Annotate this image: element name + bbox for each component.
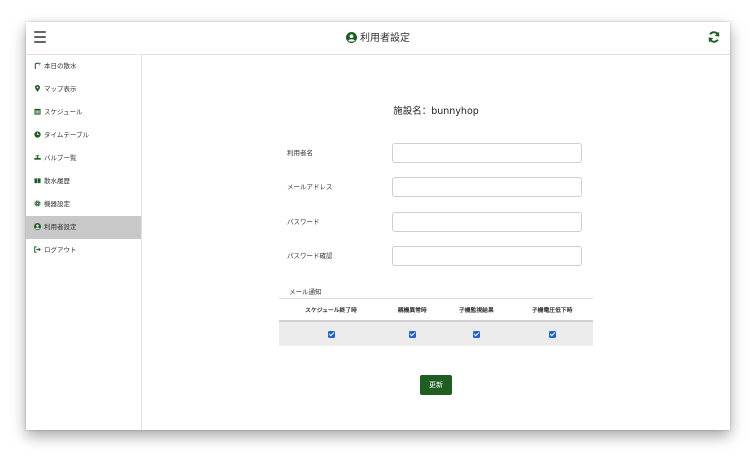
child-low-voltage-checkbox[interactable] — [548, 330, 556, 338]
sidebar-item-label: 機器設定 — [44, 200, 70, 208]
sidebar-item-label: 本日の散水 — [44, 62, 77, 70]
sidebar-item-label: マップ表示 — [44, 85, 77, 93]
username-label: 利用者名 — [287, 149, 313, 157]
user-circle-icon — [34, 223, 41, 230]
password-field[interactable] — [392, 212, 582, 232]
user-circle-icon — [346, 32, 357, 43]
column-header-child-low-voltage: 子機電圧低下時 — [511, 298, 593, 322]
parent-error-checkbox[interactable] — [408, 330, 416, 338]
sidebar-item-label: バルブ一覧 — [44, 154, 77, 162]
facility-name: 施設名：bunnyhop — [393, 106, 479, 117]
sidebar-item-todays-watering[interactable]: 本日の散水 — [26, 55, 141, 78]
calendar-icon — [34, 108, 41, 115]
child-monitor-checkbox[interactable] — [472, 330, 480, 338]
email-row: メールアドレス — [287, 177, 587, 197]
email-label: メールアドレス — [287, 183, 333, 191]
password-confirm-field[interactable] — [392, 246, 582, 266]
sidebar-item-label: タイムテーブル — [44, 131, 89, 139]
sidebar-item-label: 利用者設定 — [44, 223, 77, 231]
valve-icon — [34, 155, 41, 160]
sidebar-item-map[interactable]: マップ表示 — [26, 78, 141, 101]
column-header-child-monitor: 子機監視結果 — [441, 298, 512, 322]
username-field[interactable] — [392, 143, 582, 163]
sidebar-item-valve-list[interactable]: バルブ一覧 — [26, 147, 141, 170]
table-header-row: スケジュール終了時 親機異常時 子機監視結果 子機電圧低下時 — [279, 298, 593, 322]
table-row — [279, 321, 593, 346]
username-row: 利用者名 — [287, 143, 587, 163]
book-icon — [34, 178, 41, 184]
logout-icon — [34, 246, 41, 253]
mail-notification-label: メール通知 — [289, 288, 322, 296]
page-title: 利用者設定 — [26, 29, 730, 44]
clock-icon — [34, 131, 41, 138]
sidebar-item-watering-history[interactable]: 散水履歴 — [26, 170, 141, 193]
page-title-text: 利用者設定 — [360, 33, 410, 44]
schedule-end-checkbox[interactable] — [327, 330, 335, 338]
password-confirm-row: パスワード確認 — [287, 246, 587, 266]
mail-notification-table: スケジュール終了時 親機異常時 子機監視結果 子機電圧低下時 — [279, 298, 593, 346]
update-button[interactable]: 更新 — [420, 375, 452, 395]
sidebar-item-label: スケジュール — [44, 108, 83, 116]
refresh-icon[interactable] — [707, 30, 721, 44]
sidebar-item-label: 散水履歴 — [44, 177, 70, 185]
sprinkler-icon — [34, 62, 41, 69]
sidebar-item-device-settings[interactable]: 機器設定 — [26, 193, 141, 216]
map-marker-icon — [35, 85, 40, 92]
password-row: パスワード — [287, 212, 587, 232]
sidebar-item-user-settings[interactable]: 利用者設定 — [26, 216, 141, 239]
password-confirm-label: パスワード確認 — [287, 252, 333, 260]
sidebar-item-logout[interactable]: ログアウト — [26, 239, 141, 262]
sidebar: 本日の散水 マップ表示 スケジュール タイムテーブル バルブ一覧 散水履歴 機器… — [26, 55, 142, 430]
column-header-schedule-end: スケジュール終了時 — [279, 298, 384, 322]
gear-icon — [34, 200, 41, 207]
sidebar-item-timetable[interactable]: タイムテーブル — [26, 124, 141, 147]
main-content: 施設名：bunnyhop 利用者名 メールアドレス パスワード パスワード確認 … — [142, 55, 730, 430]
app-window: 利用者設定 本日の散水 マップ表示 スケジュール タイムテーブル バルブ一覧 散… — [26, 22, 730, 430]
password-label: パスワード — [287, 218, 320, 226]
sidebar-item-label: ログアウト — [44, 246, 77, 254]
email-field[interactable] — [392, 177, 582, 197]
top-bar: 利用者設定 — [26, 22, 730, 55]
sidebar-item-schedule[interactable]: スケジュール — [26, 101, 141, 124]
column-header-parent-error: 親機異常時 — [383, 298, 442, 322]
